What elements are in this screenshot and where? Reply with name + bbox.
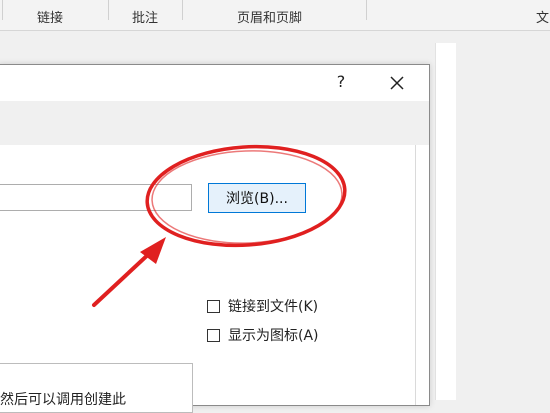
create-from-file-panel: 浏览(B)... 链接到文件(K) 显示为图标(A) 然后可以调用创建此: [0, 145, 416, 413]
display-as-icon-checkbox[interactable]: [207, 328, 220, 342]
ribbon-group-text[interactable]: 文: [536, 7, 549, 26]
ribbon-separator: [2, 0, 3, 20]
browse-button[interactable]: 浏览(B)...: [208, 183, 306, 213]
dialog-title-bar: ?: [0, 65, 429, 101]
dialog-tab-strip: [0, 101, 429, 145]
close-button[interactable]: [385, 71, 409, 95]
display-as-icon-option[interactable]: 显示为图标(A): [207, 326, 319, 344]
file-path-input[interactable]: [0, 184, 192, 211]
ribbon-group-comments[interactable]: 批注: [132, 7, 158, 26]
ribbon-group-labels: 链接 批注 页眉和页脚 文: [0, 0, 550, 31]
display-as-icon-label: 显示为图标(A): [228, 328, 319, 344]
link-to-file-label: 链接到文件(K): [228, 299, 319, 315]
ribbon-group-links[interactable]: 链接: [37, 7, 63, 26]
ribbon-group-header-footer[interactable]: 页眉和页脚: [237, 7, 302, 26]
result-description-box: 然后可以调用创建此: [0, 363, 193, 413]
link-to-file-checkbox[interactable]: [207, 299, 220, 313]
insert-object-dialog: ? 浏览(B)... 链接到文件(K) 显示为图标(A) 然后可以调用创建此: [0, 64, 430, 413]
ribbon-separator: [182, 0, 183, 20]
document-page: [435, 43, 456, 400]
link-to-file-option[interactable]: 链接到文件(K): [207, 297, 318, 315]
ribbon-separator: [366, 0, 367, 20]
result-description-text: 然后可以调用创建此: [0, 392, 126, 408]
close-icon: [390, 76, 404, 90]
help-button[interactable]: ?: [333, 72, 349, 92]
ribbon-separator: [108, 0, 109, 20]
